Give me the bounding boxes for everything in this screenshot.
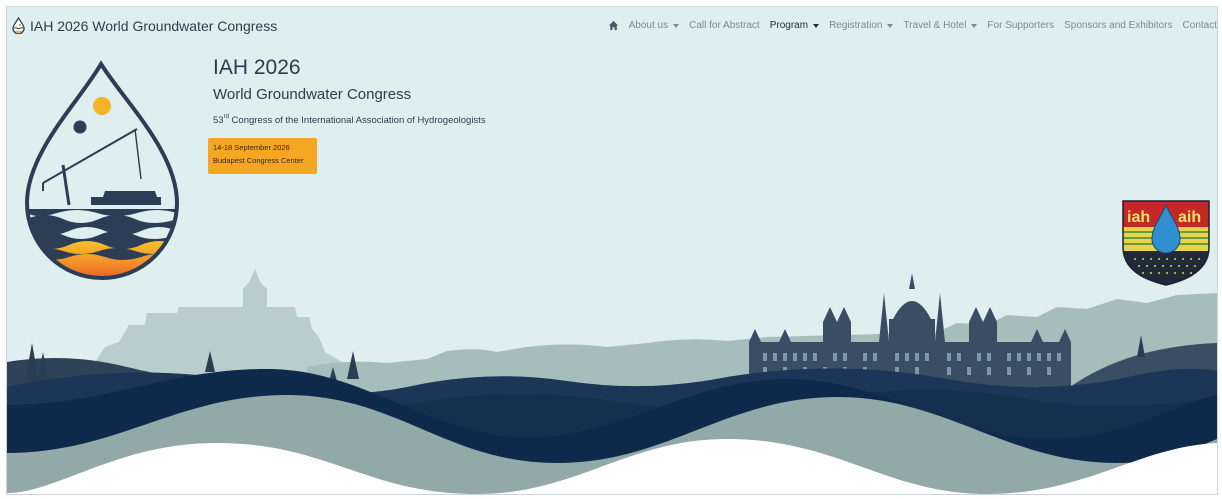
iah-shield-logo: iah aih (1122, 200, 1210, 286)
hero-subtitle: World Groundwater Congress (213, 86, 412, 103)
event-date-box: 14-18 September 2026 Budapest Congress C… (208, 138, 317, 174)
event-venue: Budapest Congress Center (213, 155, 304, 165)
hero-title: IAH 2026 (213, 56, 301, 79)
iah-left-text: iah (1127, 209, 1150, 226)
congress-description: 53rd Congress of the International Assoc… (213, 114, 486, 126)
hero-landscape: iah aih (7, 60, 1217, 494)
congress-suffix: rd (223, 114, 229, 120)
iah-right-text: aih (1178, 209, 1201, 226)
event-date: 14-18 September 2026 (213, 143, 290, 152)
water-drop-logo (24, 60, 180, 280)
congress-number: 53 (213, 115, 224, 126)
page-frame: IAH 2026 World Groundwater Congress Abou… (6, 6, 1218, 495)
congress-text: Congress of the International Associatio… (228, 115, 486, 126)
